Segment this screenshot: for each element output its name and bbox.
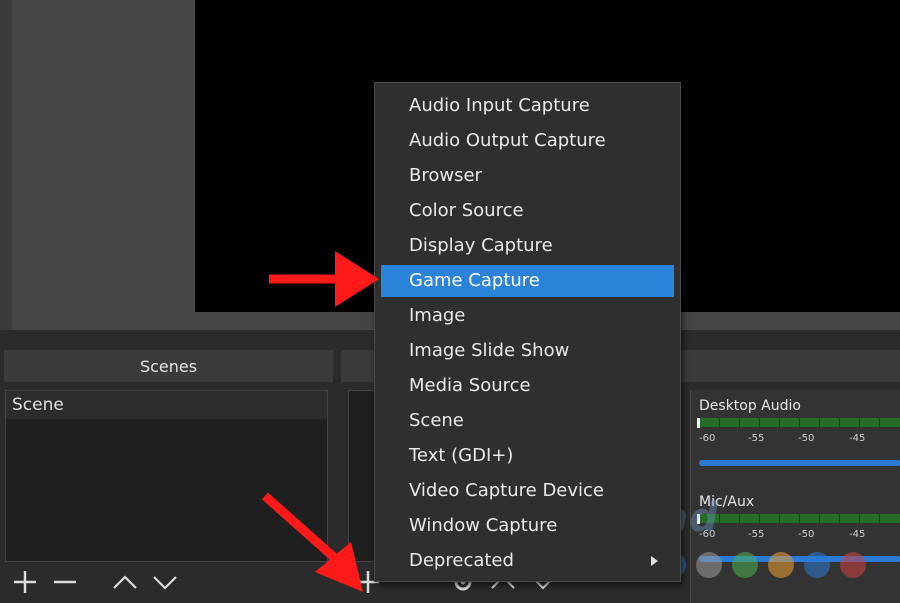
menu-item-display-capture[interactable]: Display Capture — [381, 230, 674, 262]
add-source-menu: Audio Input Capture Audio Output Capture… — [374, 82, 681, 582]
menu-item-audio-input-capture[interactable]: Audio Input Capture — [381, 90, 674, 122]
meter-scale-label: -45 — [849, 433, 866, 444]
menu-item-image-slide-show[interactable]: Image Slide Show — [381, 335, 674, 367]
meter-scale-label: -45 — [849, 529, 866, 540]
plus-icon — [14, 571, 36, 593]
menu-item-browser[interactable]: Browser — [381, 160, 674, 192]
meter-scale-label: -55 — [748, 433, 765, 444]
menu-item-game-capture[interactable]: Game Capture — [381, 265, 674, 297]
menu-item-label: Deprecated — [409, 550, 514, 571]
menu-item-audio-output-capture[interactable]: Audio Output Capture — [381, 125, 674, 157]
volume-slider[interactable] — [699, 460, 900, 466]
watermark-dot — [768, 552, 794, 578]
scenes-header: Scenes — [4, 350, 333, 382]
move-scene-up-button[interactable] — [105, 564, 145, 600]
watermark-dots — [660, 552, 866, 578]
arrow-to-game-capture — [269, 251, 379, 307]
submenu-arrow-icon — [651, 556, 658, 566]
meter-peak — [697, 418, 700, 428]
menu-item-window-capture[interactable]: Window Capture — [381, 510, 674, 542]
meter-scale-label: -60 — [699, 433, 716, 444]
meter-scale-label: -55 — [748, 529, 765, 540]
watermark-dot — [840, 552, 866, 578]
scenes-title: Scenes — [139, 356, 198, 376]
meter-scale-label: -50 — [798, 433, 815, 444]
scene-item[interactable]: Scene — [6, 391, 327, 419]
audio-meter — [699, 514, 900, 523]
arrow-to-add-source — [262, 492, 363, 592]
chevron-down-icon — [153, 576, 177, 590]
menu-item-video-capture-device[interactable]: Video Capture Device — [381, 475, 674, 507]
chevron-up-icon — [113, 575, 137, 589]
watermark-dot — [804, 552, 830, 578]
menu-item-media-source[interactable]: Media Source — [381, 370, 674, 402]
channel-name: Desktop Audio — [699, 398, 801, 414]
minus-icon — [54, 580, 76, 584]
watermark-dot — [732, 552, 758, 578]
add-scene-button[interactable] — [5, 564, 45, 600]
audio-meter — [699, 418, 900, 427]
menu-item-color-source[interactable]: Color Source — [381, 195, 674, 227]
menu-item-image[interactable]: Image — [381, 300, 674, 332]
menu-item-deprecated[interactable]: Deprecated — [381, 545, 674, 577]
remove-scene-button[interactable] — [45, 564, 85, 600]
menu-item-text-gdi[interactable]: Text (GDI+) — [381, 440, 674, 472]
watermark-dot — [696, 552, 722, 578]
left-panel — [0, 0, 12, 330]
meter-scale-label: -50 — [798, 529, 815, 540]
move-scene-down-button[interactable] — [145, 564, 185, 600]
menu-item-scene[interactable]: Scene — [381, 405, 674, 437]
